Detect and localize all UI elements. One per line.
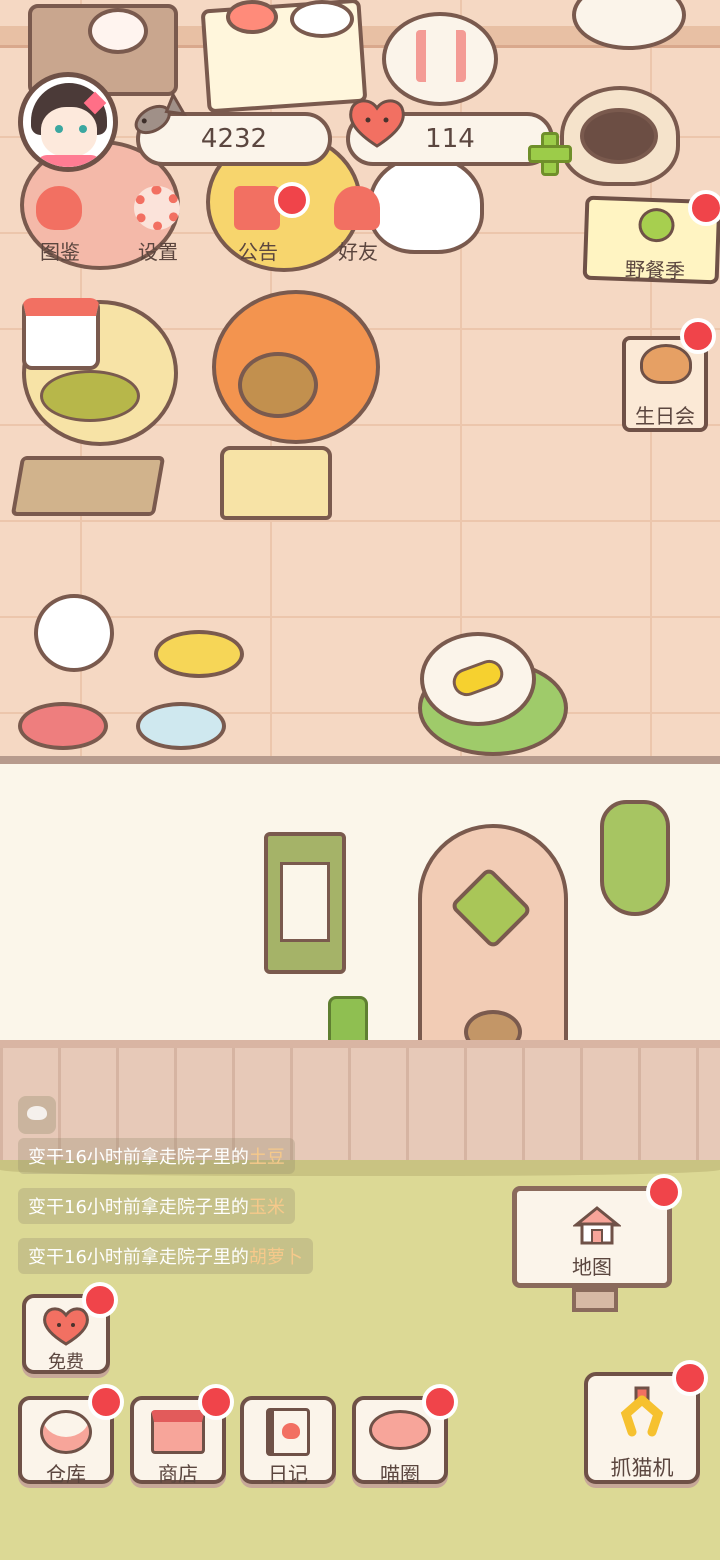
notification-item: 土豆 bbox=[248, 1147, 285, 1168]
diary-label: 日记 bbox=[268, 1462, 308, 1486]
birthday-event-label: 生日会 bbox=[635, 404, 695, 428]
shop-icon bbox=[151, 1410, 205, 1454]
map-notification-dot bbox=[646, 1174, 682, 1210]
gift-icon bbox=[234, 186, 280, 230]
heart-face-icon bbox=[43, 1307, 89, 1346]
free-label: 免费 bbox=[48, 1352, 84, 1373]
cat-circle-notification-dot bbox=[422, 1384, 458, 1420]
settings-label: 设置 bbox=[138, 240, 178, 264]
avatar-eye-right bbox=[79, 125, 87, 133]
map-sign-post bbox=[572, 1288, 618, 1312]
warehouse-notification-dot bbox=[88, 1384, 124, 1420]
claw-machine-label: 抓猫机 bbox=[610, 1456, 674, 1480]
warehouse-icon bbox=[40, 1410, 92, 1454]
notification-text: 变干16小时前拿走院子里的 bbox=[28, 1247, 249, 1268]
cat-head-icon bbox=[36, 186, 82, 230]
announcement-notification-dot bbox=[274, 182, 310, 218]
fork-knife-icon bbox=[416, 30, 466, 82]
apple-icon bbox=[637, 207, 676, 243]
apple-plate-decor bbox=[226, 0, 278, 34]
shop-label: 商店 bbox=[158, 1462, 198, 1486]
gear-icon bbox=[134, 186, 180, 230]
claw-machine-notification-dot bbox=[672, 1360, 708, 1396]
notification-message: 变干16小时前拿走院子里的 土豆 bbox=[18, 1138, 295, 1174]
avatar-face bbox=[41, 107, 97, 157]
shop-notification-dot bbox=[198, 1384, 234, 1420]
announcement-label: 公告 bbox=[238, 240, 278, 264]
notification-item: 胡萝卜 bbox=[248, 1247, 303, 1268]
friends-button[interactable]: 好友 bbox=[316, 186, 400, 270]
map-label: 地图 bbox=[572, 1255, 612, 1279]
red-food-bowl bbox=[18, 702, 108, 750]
free-notification-dot bbox=[82, 1282, 118, 1318]
calendar-icon[interactable] bbox=[22, 298, 100, 370]
catalog-button[interactable]: 图鉴 bbox=[18, 186, 102, 270]
add-hearts-button[interactable] bbox=[528, 132, 572, 176]
player-avatar[interactable] bbox=[18, 72, 118, 172]
planet-cat-icon bbox=[369, 1410, 431, 1450]
chat-toggle-button[interactable] bbox=[18, 1096, 56, 1134]
diary-button[interactable]: 日记 bbox=[240, 1396, 336, 1486]
friends-label: 好友 bbox=[338, 240, 378, 264]
warehouse-label: 仓库 bbox=[46, 1462, 86, 1486]
fish-count: 4232 bbox=[200, 124, 268, 154]
rice-bowl-decor bbox=[290, 0, 354, 38]
notification-text: 变干16小时前拿走院子里的 bbox=[28, 1197, 249, 1218]
picnic-event-label: 野餐季 bbox=[624, 257, 686, 284]
yellow-food-bowl bbox=[154, 630, 244, 678]
blue-food-bowl bbox=[136, 702, 226, 750]
heart-count: 114 bbox=[425, 124, 475, 154]
birthday-cat-icon bbox=[640, 344, 692, 384]
scratcher-green-decor bbox=[10, 456, 166, 516]
diary-heart-icon bbox=[282, 1423, 300, 1439]
onigiri-decor bbox=[34, 594, 114, 672]
cat-circle-label: 喵圈 bbox=[380, 1462, 420, 1486]
notification-message: 变干16小时前拿走院子里的 玉米 bbox=[18, 1188, 295, 1224]
house-icon bbox=[573, 1206, 621, 1245]
catalog-label: 图鉴 bbox=[40, 240, 80, 264]
hanging-plant-decor bbox=[600, 800, 670, 916]
teapot-decor bbox=[88, 8, 148, 54]
orange-house-door-decor bbox=[238, 352, 318, 418]
diary-icon bbox=[266, 1408, 310, 1456]
picnic-notification-dot bbox=[688, 190, 720, 226]
friends-icon bbox=[334, 186, 380, 230]
avatar-eye-left bbox=[55, 125, 63, 133]
basket-cushion-decor bbox=[40, 370, 140, 422]
birthday-notification-dot bbox=[680, 318, 716, 354]
scratcher-yellow-decor bbox=[220, 446, 332, 520]
claw-icon bbox=[620, 1386, 664, 1437]
heart-icon bbox=[349, 99, 405, 148]
siamese-cat-face-decor bbox=[580, 108, 658, 164]
notification-text: 变干16小时前拿走院子里的 bbox=[28, 1147, 249, 1168]
floor-divider bbox=[0, 756, 720, 764]
notification-item: 玉米 bbox=[248, 1197, 285, 1218]
panda-scroll-inner-decor bbox=[280, 862, 330, 942]
settings-button[interactable]: 设置 bbox=[116, 186, 200, 270]
notification-message: 变干16小时前拿走院子里的 胡萝卜 bbox=[18, 1238, 313, 1274]
